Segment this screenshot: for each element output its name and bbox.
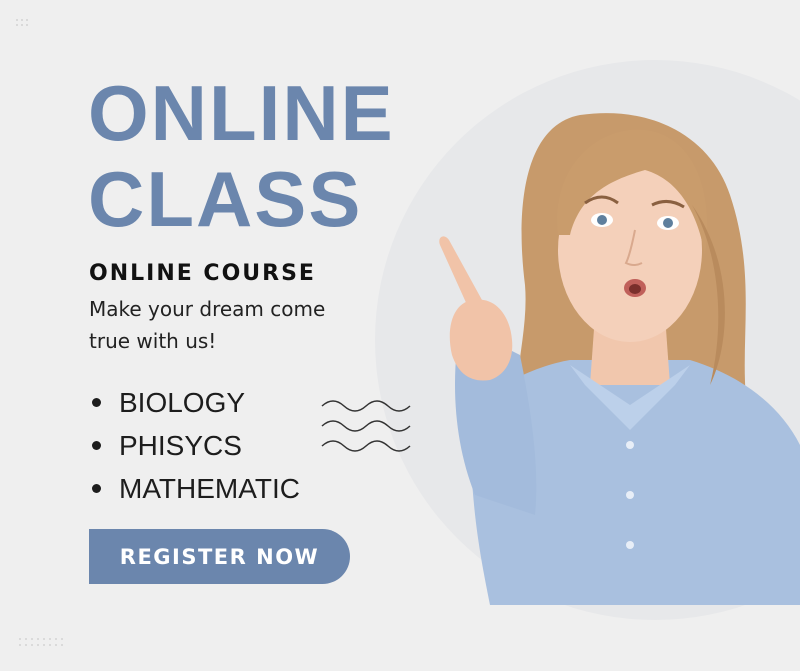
course-subtitle: ONLINE COURSE [89, 261, 316, 286]
subject-item: MATHEMATIC [92, 467, 300, 510]
bullet-icon [92, 484, 101, 493]
title-line-1: ONLINE [88, 69, 395, 157]
subject-label: MATHEMATIC [119, 472, 300, 504]
subject-item: PHISYCS [92, 424, 300, 467]
subject-item: BIOLOGY [92, 381, 300, 424]
bullet-icon [92, 441, 101, 450]
subject-label: BIOLOGY [119, 386, 246, 418]
main-title: ONLINE CLASS [88, 70, 395, 242]
register-now-button[interactable]: REGISTER NOW [89, 529, 350, 584]
wavy-lines-icon [321, 400, 411, 452]
subject-label: PHISYCS [119, 429, 242, 461]
subject-list: BIOLOGY PHISYCS MATHEMATIC [92, 381, 300, 510]
online-class-banner: ONLINE CLASS ONLINE COURSE Make your dre… [0, 0, 800, 671]
bullet-icon [92, 398, 101, 407]
tagline: Make your dream come true with us! [89, 297, 326, 353]
dots-decoration [19, 638, 63, 646]
title-line-2: CLASS [88, 155, 363, 243]
woman-pointing-photo [439, 113, 800, 605]
dots-decoration [16, 19, 28, 26]
